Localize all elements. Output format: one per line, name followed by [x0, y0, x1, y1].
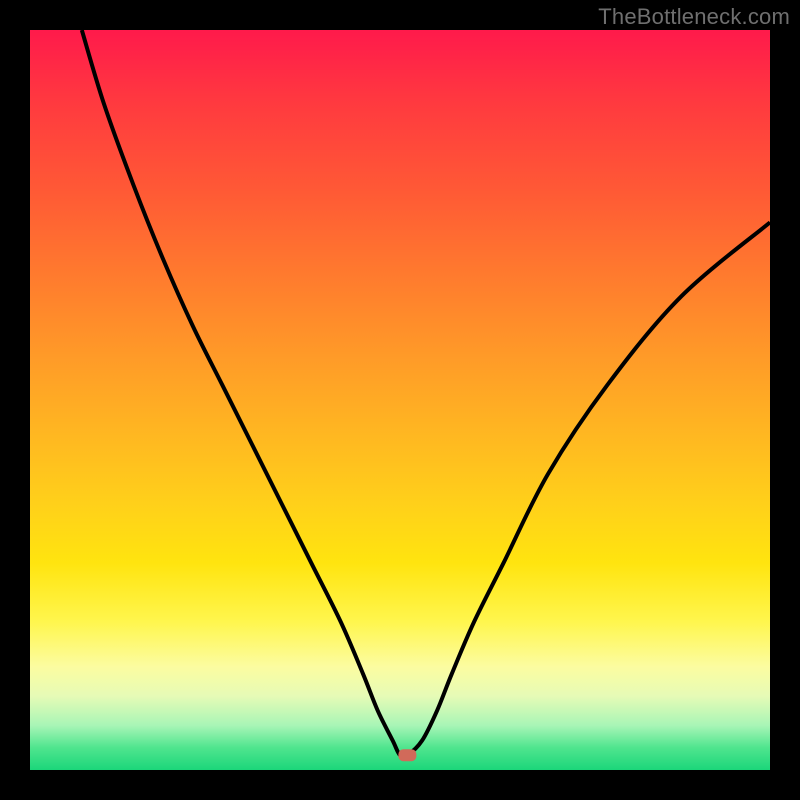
- bottleneck-curve-path: [82, 30, 770, 757]
- min-marker: [398, 749, 416, 761]
- curve-layer: [30, 30, 770, 770]
- plot-area: [30, 30, 770, 770]
- chart-frame: TheBottleneck.com: [0, 0, 800, 800]
- watermark-text: TheBottleneck.com: [598, 4, 790, 30]
